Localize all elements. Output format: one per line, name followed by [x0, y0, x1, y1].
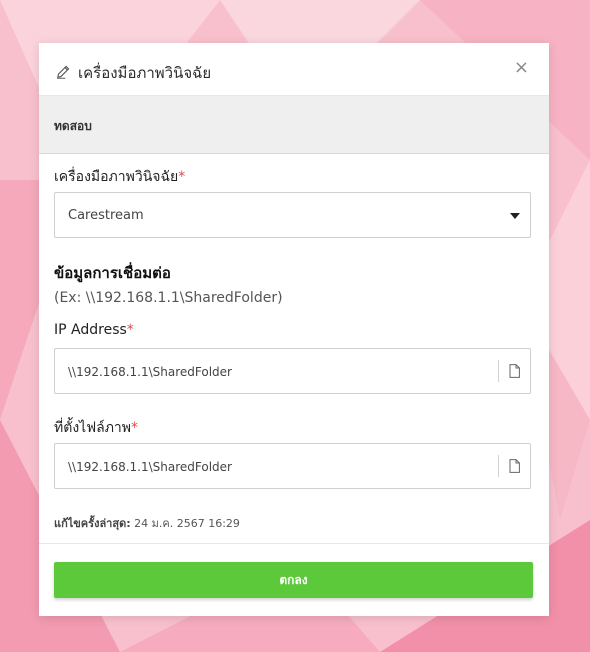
- ok-button[interactable]: ตกลง: [54, 562, 533, 598]
- image-path-value: \\192.168.1.1\SharedFolder: [68, 460, 232, 474]
- device-label: เครื่องมือภาพวินิจฉัย*: [54, 169, 186, 185]
- file-icon[interactable]: [509, 459, 520, 473]
- image-path-input[interactable]: \\192.168.1.1\SharedFolder: [54, 443, 531, 489]
- device-select[interactable]: Carestream: [54, 192, 531, 238]
- input-divider: [498, 360, 499, 382]
- connection-hint: (Ex: \\192.168.1.1\SharedFolder): [54, 290, 283, 306]
- last-edited-label: แก้ไขครั้งล่าสุด:: [54, 517, 131, 530]
- file-icon[interactable]: [509, 364, 520, 378]
- chevron-down-icon: [510, 213, 520, 219]
- required-mark: *: [131, 420, 139, 436]
- modal-header: เครื่องมือภาพวินิจฉัย ×: [39, 43, 549, 96]
- subheader-text: ทดสอบ: [54, 119, 92, 133]
- close-button[interactable]: ×: [514, 59, 529, 77]
- edit-icon: [56, 65, 70, 79]
- required-mark: *: [178, 169, 186, 185]
- modal-title: เครื่องมือภาพวินิจฉัย: [78, 64, 212, 82]
- image-path-label: ที่ตั้งไฟล์ภาพ*: [54, 420, 139, 436]
- diagnostic-device-modal: เครื่องมือภาพวินิจฉัย × ทดสอบ เครื่องมือ…: [39, 43, 549, 616]
- connection-section-title: ข้อมูลการเชื่อมต่อ: [54, 264, 171, 282]
- footer-divider: [39, 543, 549, 544]
- device-select-value: Carestream: [68, 208, 144, 223]
- last-edited-value: 24 ม.ค. 2567 16:29: [130, 517, 240, 530]
- input-divider: [498, 455, 499, 477]
- subheader-bar: ทดสอบ: [39, 96, 549, 154]
- ip-address-input[interactable]: \\192.168.1.1\SharedFolder: [54, 348, 531, 394]
- last-edited-text: แก้ไขครั้งล่าสุด: 24 ม.ค. 2567 16:29: [54, 514, 240, 532]
- ip-address-label: IP Address*: [54, 322, 134, 338]
- required-mark: *: [126, 322, 134, 338]
- ip-address-value: \\192.168.1.1\SharedFolder: [68, 365, 232, 379]
